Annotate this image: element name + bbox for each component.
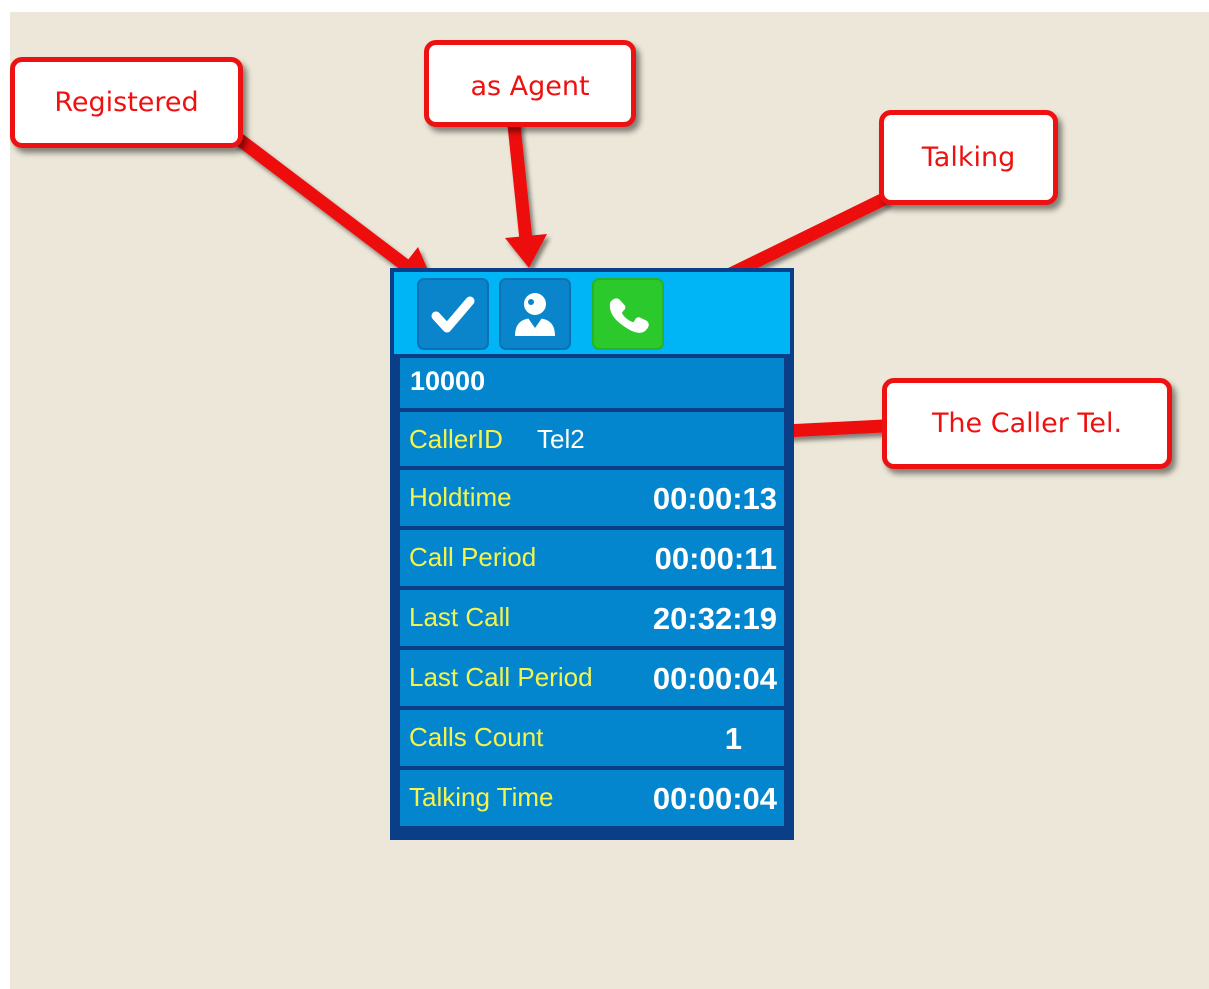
caller-id-row: CallerID Tel2 bbox=[400, 412, 784, 466]
last-call-period-label: Last Call Period bbox=[409, 662, 593, 692]
caller-id-label: CallerID bbox=[409, 424, 503, 454]
calls-count-value: 1 bbox=[724, 721, 742, 756]
stat-row-call-period: Call Period 00:00:11 bbox=[400, 530, 784, 586]
last-call-value: 20:32:19 bbox=[652, 601, 777, 636]
callout-talking-text: Talking bbox=[921, 142, 1016, 173]
agent-status-button[interactable] bbox=[499, 278, 571, 350]
holdtime-label: Holdtime bbox=[409, 482, 512, 512]
agent-user-icon bbox=[515, 293, 555, 336]
status-icon-bar bbox=[394, 272, 790, 354]
holdtime-value: 00:00:13 bbox=[652, 481, 777, 516]
stat-row-calls-count: Calls Count 1 bbox=[400, 710, 784, 766]
last-call-period-value: 00:00:04 bbox=[652, 661, 777, 696]
phone-talking-icon bbox=[609, 298, 649, 333]
callout-talking: Talking bbox=[879, 110, 1058, 205]
callout-agent: as Agent bbox=[424, 40, 636, 127]
talking-time-label: Talking Time bbox=[409, 782, 554, 812]
registered-status-button[interactable] bbox=[417, 278, 489, 350]
callout-caller-text: The Caller Tel. bbox=[931, 408, 1123, 439]
talking-status-button[interactable] bbox=[592, 278, 664, 350]
talking-time-value: 00:00:04 bbox=[652, 781, 777, 816]
stat-row-talking-time: Talking Time 00:00:04 bbox=[400, 770, 784, 826]
callout-agent-text: as Agent bbox=[470, 71, 590, 102]
callout-caller: The Caller Tel. bbox=[882, 378, 1172, 469]
last-call-label: Last Call bbox=[409, 602, 511, 632]
call-period-value: 00:00:11 bbox=[654, 541, 777, 576]
check-icon bbox=[431, 296, 475, 333]
stat-row-last-call: Last Call 20:32:19 bbox=[400, 590, 784, 646]
agent-panel: 10000 CallerID Tel2 Holdtime 00:00:13 Ca… bbox=[390, 268, 794, 840]
callout-registered: Registered bbox=[10, 57, 243, 148]
stat-row-last-call-period: Last Call Period 00:00:04 bbox=[400, 650, 784, 706]
callout-registered-text: Registered bbox=[54, 87, 199, 118]
extension-number: 10000 bbox=[410, 366, 486, 396]
caller-id-value: Tel2 bbox=[537, 424, 585, 454]
stat-row-holdtime: Holdtime 00:00:13 bbox=[400, 470, 784, 526]
call-period-label: Call Period bbox=[409, 542, 537, 572]
calls-count-label: Calls Count bbox=[409, 722, 544, 752]
extension-row: 10000 bbox=[400, 358, 784, 408]
